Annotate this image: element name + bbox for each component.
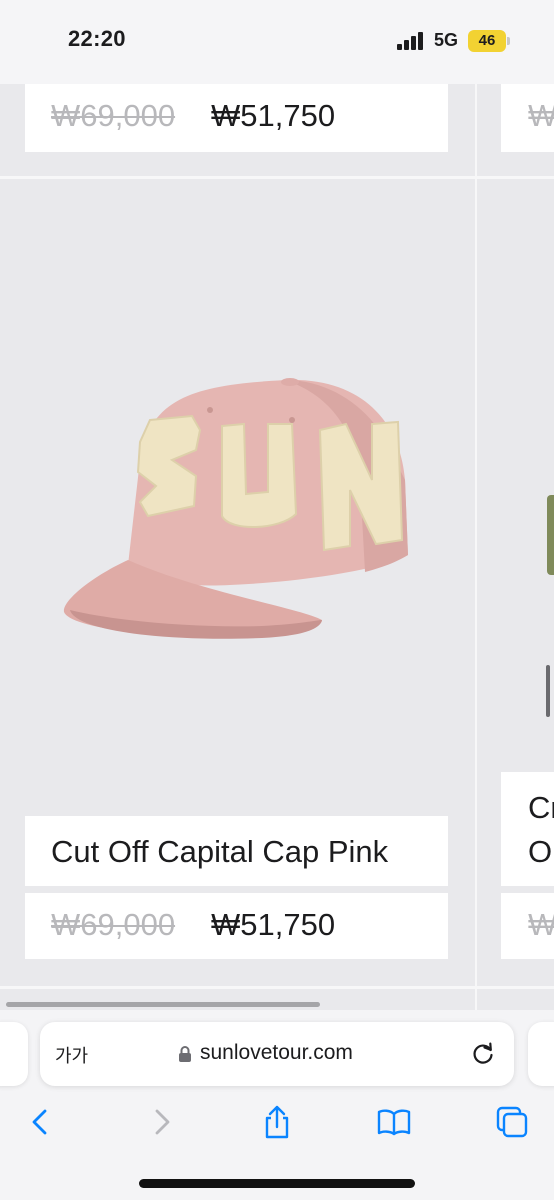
network-label: 5G xyxy=(434,30,459,50)
grid-divider-horizontal xyxy=(0,176,554,179)
right-name-card[interactable]: Cr O xyxy=(501,772,554,886)
sale-price: ₩51,750 xyxy=(211,98,336,133)
grid-divider-horizontal xyxy=(0,986,554,989)
next-tab-peek[interactable] xyxy=(528,1022,554,1086)
right-name-line1: Cr xyxy=(528,790,554,825)
original-price: ₩69,000 xyxy=(51,98,176,133)
url-text[interactable]: sunlovetour.com xyxy=(200,1041,353,1065)
home-indicator[interactable] xyxy=(139,1179,415,1188)
previous-tab-peek[interactable] xyxy=(0,1022,28,1086)
grid-divider-vertical xyxy=(475,84,477,1010)
forward-button[interactable] xyxy=(143,1104,179,1140)
product-name-card[interactable]: Cut Off Capital Cap Pink xyxy=(25,816,448,886)
price-card[interactable]: ₩69,000 ₩51,750 xyxy=(25,893,448,959)
right-price-partial: ₩ xyxy=(528,98,554,133)
tabs-button[interactable] xyxy=(494,1104,530,1140)
address-bar[interactable]: 가가 sunlovetour.com xyxy=(40,1022,514,1086)
right-price-card-top[interactable]: ₩ xyxy=(501,84,554,152)
battery-tip xyxy=(507,37,510,45)
back-button[interactable] xyxy=(23,1104,59,1140)
reload-icon[interactable] xyxy=(470,1041,496,1067)
right-price-card[interactable]: ₩ xyxy=(501,893,554,959)
status-bar: 22:20 5G 46 xyxy=(0,0,554,84)
tabs-icon xyxy=(496,1106,528,1138)
status-time: 22:20 xyxy=(68,26,126,51)
horizontal-scrollbar[interactable] xyxy=(6,1002,320,1007)
vertical-scrollbar[interactable] xyxy=(546,665,550,717)
product-image-cap[interactable]: S U N xyxy=(0,180,475,812)
price-card[interactable]: ₩69,000 ₩51,750 xyxy=(25,84,448,152)
lock-icon xyxy=(179,1046,191,1062)
sale-price: ₩51,750 xyxy=(211,907,336,942)
signal-icon xyxy=(397,32,425,50)
right-name-line2: O xyxy=(528,834,553,869)
original-price: ₩69,000 xyxy=(51,907,176,942)
bookmarks-button[interactable] xyxy=(376,1104,412,1140)
share-icon xyxy=(265,1105,289,1139)
right-price-partial: ₩ xyxy=(528,907,554,942)
chevron-left-icon xyxy=(32,1109,47,1135)
product-name: Cut Off Capital Cap Pink xyxy=(51,834,389,869)
right-product-image-peek[interactable] xyxy=(547,495,554,575)
book-icon xyxy=(377,1109,411,1136)
battery-icon: 46 xyxy=(468,30,506,52)
chevron-right-icon xyxy=(155,1109,170,1135)
share-button[interactable] xyxy=(259,1104,295,1140)
page-settings-button[interactable]: 가가 xyxy=(55,1042,88,1068)
